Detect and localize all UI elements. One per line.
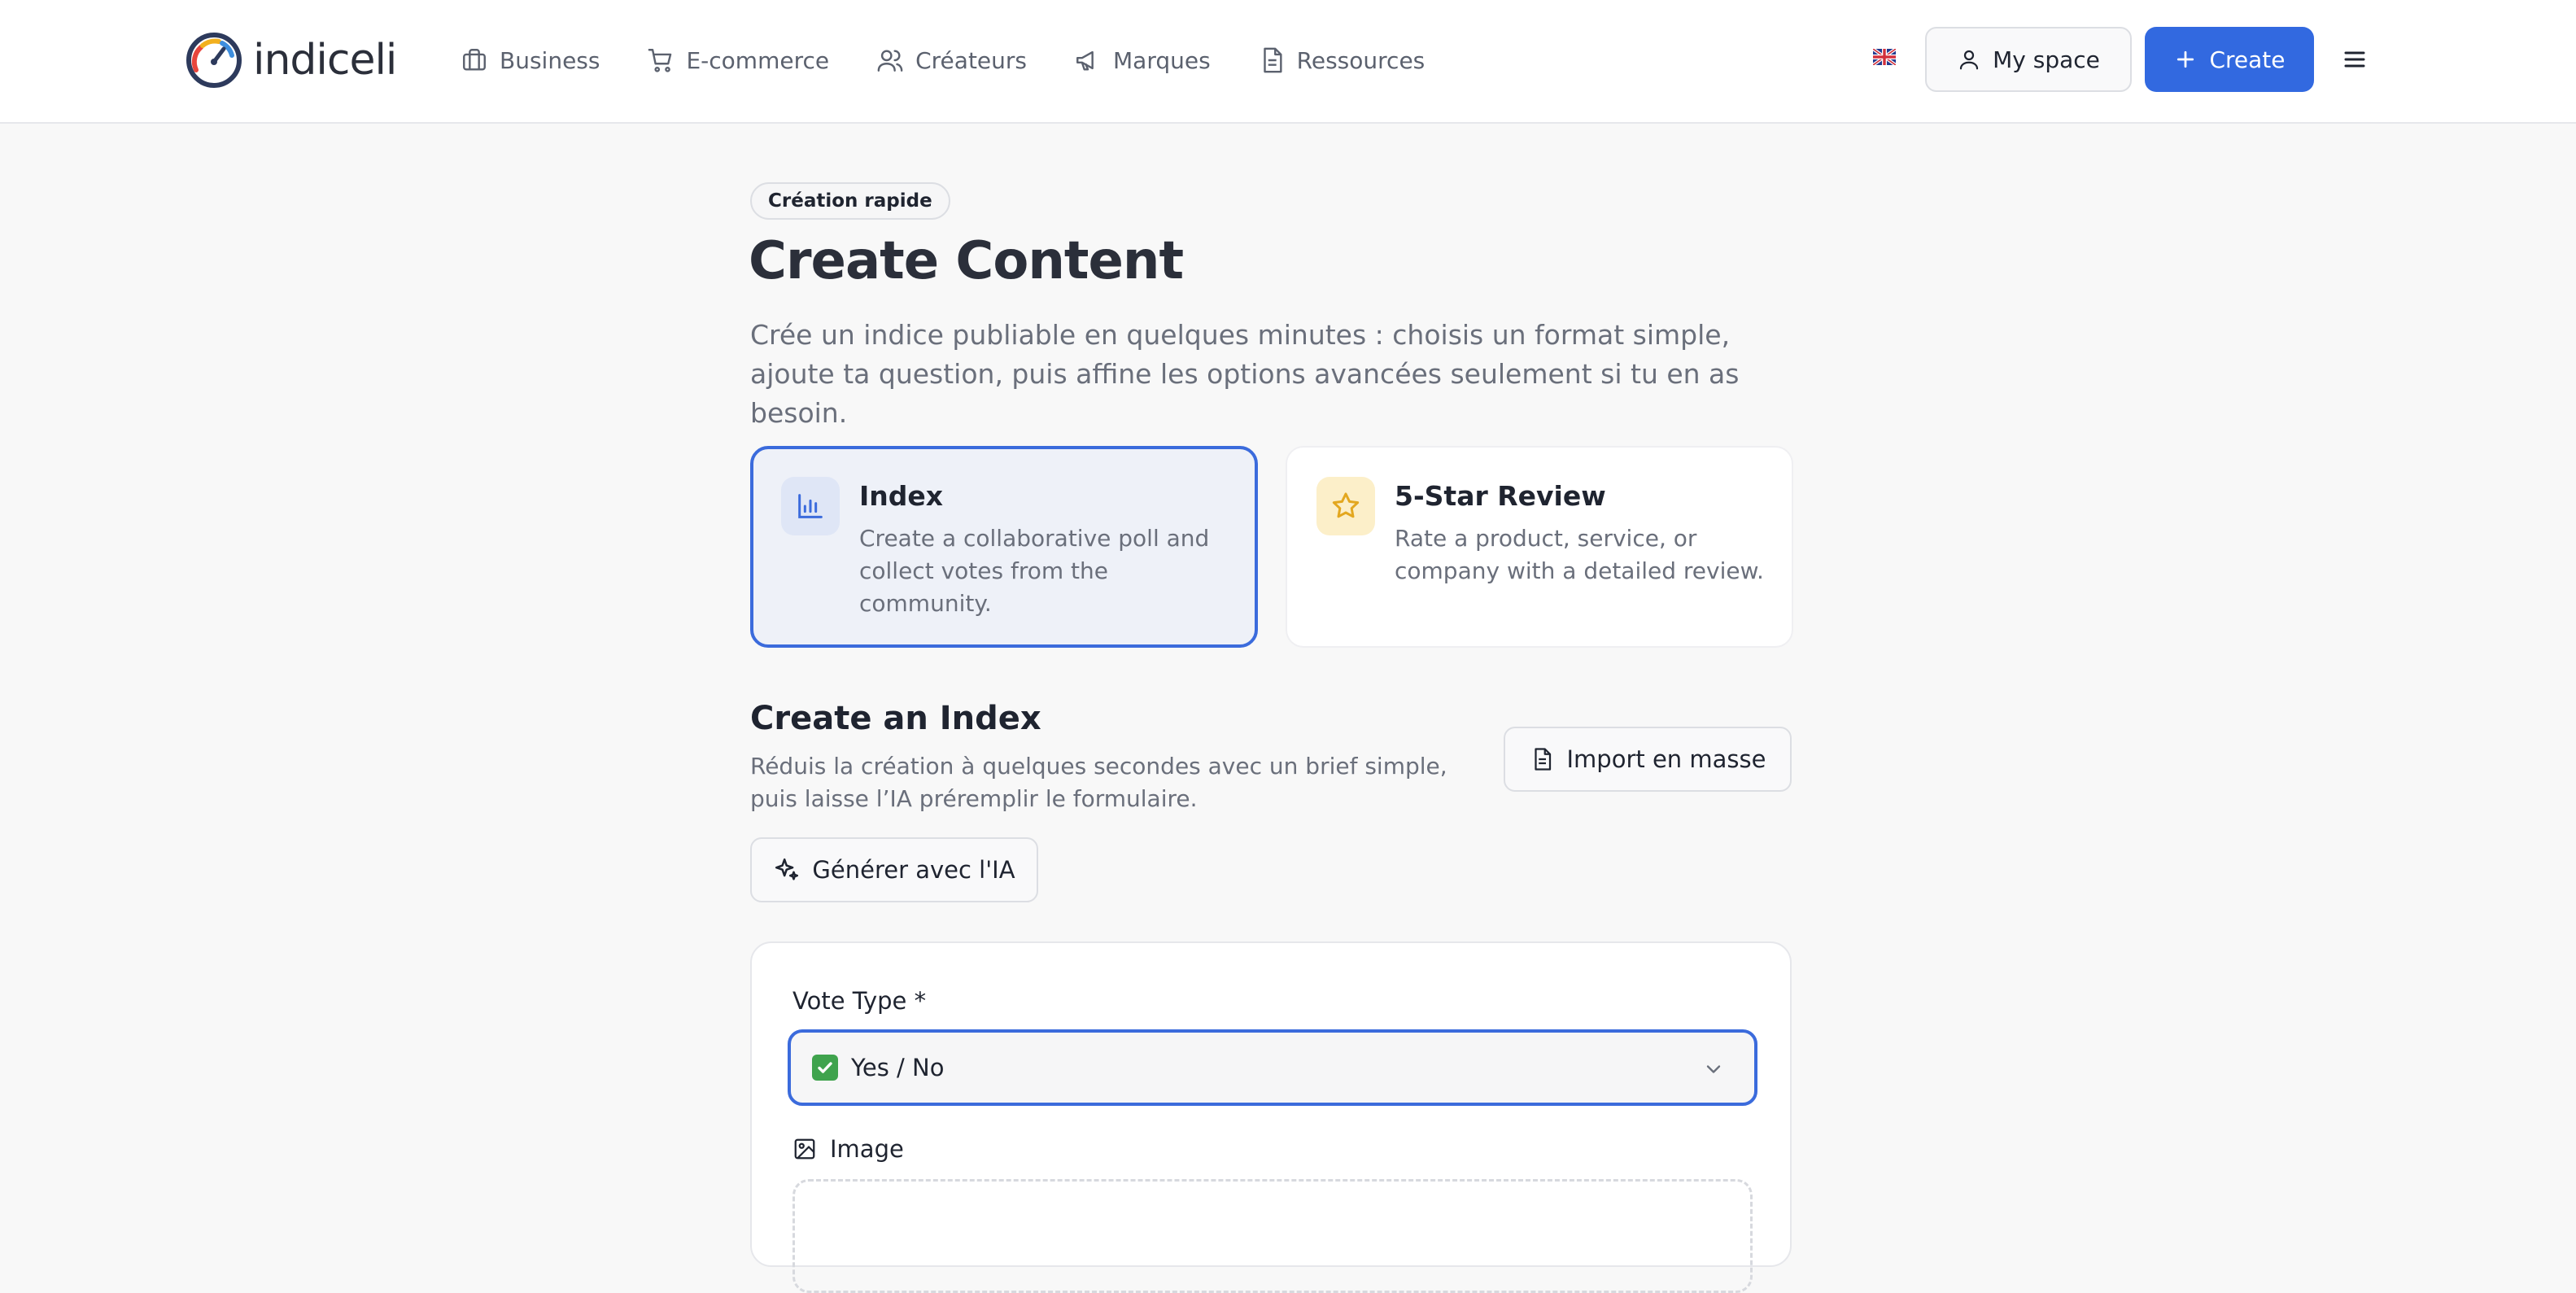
image-field-label: Image [792, 1135, 904, 1163]
users-icon [877, 50, 903, 72]
create-label: Create [2209, 46, 2286, 73]
nav-label: Business [500, 46, 600, 74]
chevron-down-icon [1706, 1065, 1721, 1073]
nav-createurs[interactable]: Créateurs [876, 46, 1027, 74]
sparkles-icon [775, 858, 799, 880]
content-type-index-card[interactable]: Index Create a collaborative poll and co… [750, 446, 1258, 648]
nav-label: Marques [1113, 46, 1211, 74]
bulk-import-button[interactable]: Import en masse [1504, 727, 1792, 792]
document-icon [1263, 47, 1282, 73]
card-description: Create a collaborative poll and collect … [859, 525, 1210, 617]
nav-ressources[interactable]: Ressources [1258, 46, 1426, 74]
plus-icon [2177, 50, 2194, 68]
megaphone-icon [1076, 50, 1094, 71]
card-description: Rate a product, service, or company with… [1395, 525, 1764, 584]
card-title: 5-Star Review [1395, 480, 1606, 512]
nav-label: E-commerce [686, 46, 830, 74]
page-description: Crée un indice publiable en quelques min… [750, 319, 1740, 429]
section-description: Réduis la création à quelques secondes a… [750, 753, 1447, 812]
file-icon [1534, 748, 1551, 771]
section-title: Create an Index [750, 700, 1041, 737]
briefcase-icon [463, 49, 486, 71]
uk-flag-icon[interactable] [1873, 49, 1896, 65]
nav-ecommerce[interactable]: E-commerce [647, 46, 829, 74]
nav-label: Ressources [1296, 46, 1426, 74]
vote-type-select[interactable]: Yes / No [788, 1029, 1757, 1106]
nav-label: Créateurs [915, 46, 1027, 74]
star-icon [1316, 477, 1375, 535]
create-button[interactable]: Create [2145, 27, 2314, 92]
logo-text: indiceli [253, 36, 397, 85]
hamburger-icon[interactable] [2338, 43, 2371, 76]
content-type-review-card[interactable]: 5-Star Review Rate a product, service, o… [1286, 446, 1793, 648]
main-nav: Business E-commerce Créateurs Marques Re… [461, 37, 1472, 83]
logo[interactable]: indiceli [183, 28, 397, 93]
image-dropzone[interactable] [792, 1179, 1753, 1293]
check-mark-icon [812, 1055, 838, 1081]
bar-chart-icon [781, 477, 840, 535]
gauge-logo-icon [186, 33, 242, 88]
import-label: Import en masse [1566, 745, 1766, 773]
index-form: Vote Type * Yes / No Image [750, 941, 1792, 1293]
image-icon [794, 1138, 815, 1160]
top-navbar: indiceli Business E-commerce Créateurs M… [0, 0, 2576, 124]
nav-business[interactable]: Business [461, 46, 600, 74]
image-label-text: Image [830, 1135, 904, 1163]
generate-ai-button[interactable]: Générer avec l'IA [750, 837, 1038, 902]
quick-creation-badge: Création rapide [750, 182, 950, 220]
my-space-button[interactable]: My space [1925, 27, 2132, 92]
my-space-label: My space [1993, 46, 2100, 73]
page-title: Create Content [749, 231, 1184, 291]
cart-icon [648, 49, 672, 72]
vote-type-value: Yes / No [851, 1054, 945, 1081]
vote-type-label: Vote Type * [792, 987, 927, 1015]
nav-marques[interactable]: Marques [1074, 46, 1211, 74]
user-icon [1959, 50, 1979, 70]
card-title: Index [859, 480, 944, 512]
ai-label: Générer avec l'IA [812, 856, 1015, 884]
